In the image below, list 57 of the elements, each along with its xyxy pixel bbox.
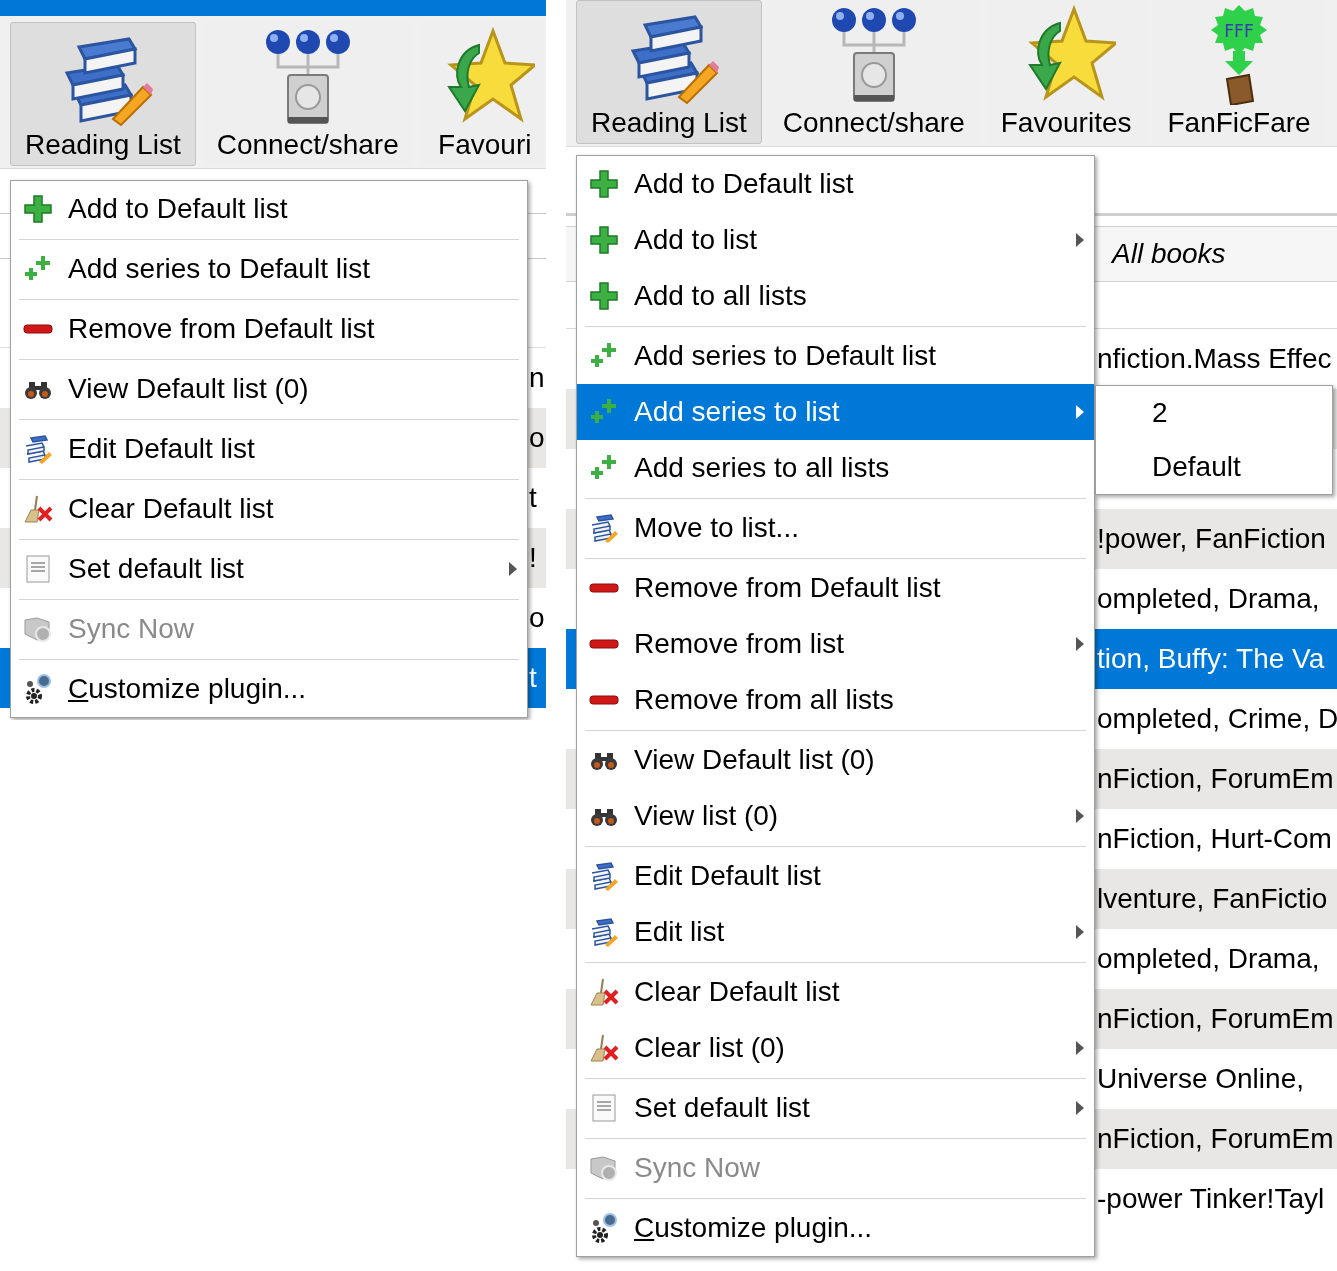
submenu-item[interactable]: 2 bbox=[1096, 386, 1332, 440]
table-cell: ! bbox=[529, 542, 537, 574]
menu-item[interactable]: Add series to list bbox=[577, 384, 1094, 440]
plus-icon bbox=[589, 169, 619, 199]
table-cell: !power, FanFiction bbox=[1097, 523, 1326, 555]
menu-item[interactable]: Add series to Default list bbox=[11, 241, 527, 297]
gears-icon bbox=[589, 1213, 619, 1243]
menu-item[interactable]: Clear Default list bbox=[577, 964, 1094, 1020]
menu-item[interactable]: View Default list (0) bbox=[577, 732, 1094, 788]
menu-item[interactable]: Remove from all lists bbox=[577, 672, 1094, 728]
menu-item[interactable]: Customize plugin... bbox=[11, 661, 527, 717]
menu-item[interactable]: Customize plugin... bbox=[577, 1200, 1094, 1256]
menu-item[interactable]: Set default list bbox=[11, 541, 527, 597]
broom-icon bbox=[589, 1033, 619, 1063]
menu-item[interactable]: Add to Default list bbox=[11, 181, 527, 237]
document-icon bbox=[589, 1093, 619, 1123]
menu-item[interactable]: View Default list (0) bbox=[11, 361, 527, 417]
table-cell: lventure, FanFictio bbox=[1097, 883, 1328, 915]
table-cell: nFiction, ForumEm bbox=[1097, 763, 1334, 795]
view-title: All books bbox=[1112, 238, 1226, 270]
table-cell: o bbox=[529, 602, 545, 634]
books-icon bbox=[23, 434, 53, 464]
menu-item[interactable]: Set default list bbox=[577, 1080, 1094, 1136]
books-icon bbox=[589, 861, 619, 891]
menu-item[interactable]: Edit Default list bbox=[11, 421, 527, 477]
menu-item[interactable]: Remove from list bbox=[577, 616, 1094, 672]
books-icon bbox=[589, 513, 619, 543]
table-cell: tion, Buffy: The Va bbox=[1097, 643, 1325, 675]
menu-item[interactable]: Remove from Default list bbox=[11, 301, 527, 357]
menu-item[interactable]: Clear list (0) bbox=[577, 1020, 1094, 1076]
broom-icon bbox=[23, 494, 53, 524]
menu-item[interactable]: Clear Default list bbox=[11, 481, 527, 537]
table-cell: nFiction, ForumEm bbox=[1097, 1123, 1334, 1155]
menu-item[interactable]: Add to Default list bbox=[577, 156, 1094, 212]
plus-icon bbox=[23, 194, 53, 224]
toolbar-button[interactable]: Reading List bbox=[10, 22, 196, 166]
table-cell: t bbox=[529, 662, 537, 694]
document-icon bbox=[23, 554, 53, 584]
menu-item[interactable]: Add series to all lists bbox=[577, 440, 1094, 496]
menu-item[interactable]: Move to list... bbox=[577, 500, 1094, 556]
menu-item[interactable]: Edit Default list bbox=[577, 848, 1094, 904]
menu-item[interactable]: Add to all lists bbox=[577, 268, 1094, 324]
plus-icon bbox=[589, 225, 619, 255]
menu-item[interactable]: Add to list bbox=[577, 212, 1094, 268]
plus-icon bbox=[589, 281, 619, 311]
books-icon bbox=[589, 917, 619, 947]
badge-label: FFF bbox=[1224, 21, 1254, 41]
table-cell: nFiction, ForumEm bbox=[1097, 1003, 1334, 1035]
menu-item[interactable]: View list (0) bbox=[577, 788, 1094, 844]
submenu-item[interactable]: Default bbox=[1096, 440, 1332, 494]
menu-item[interactable]: Add series to Default list bbox=[577, 328, 1094, 384]
table-cell: o bbox=[529, 422, 545, 454]
broom-icon bbox=[589, 977, 619, 1007]
toolbar-button[interactable]: Reading List bbox=[576, 0, 762, 144]
menu-item[interactable]: Remove from Default list bbox=[577, 560, 1094, 616]
gears-icon bbox=[23, 674, 53, 704]
menu-item[interactable]: Edit list bbox=[577, 904, 1094, 960]
